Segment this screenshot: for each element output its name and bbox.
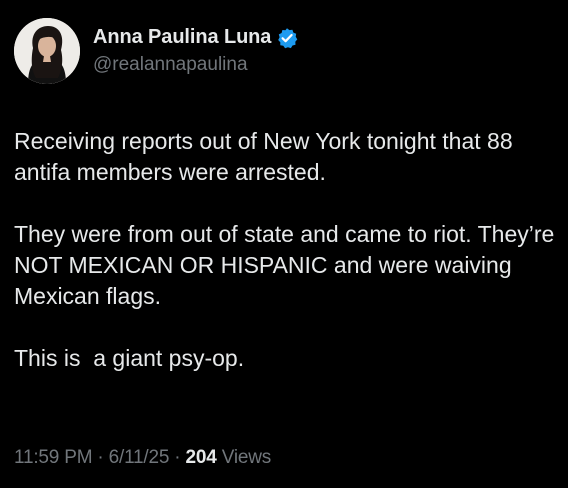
tweet-paragraph: They were from out of state and came to … bbox=[14, 221, 561, 309]
avatar-image bbox=[14, 18, 80, 84]
meta-separator: · bbox=[92, 447, 109, 468]
author-names: Anna Paulina Luna @realannapaulina bbox=[93, 23, 298, 76]
views-count: 204 bbox=[185, 447, 217, 468]
views-label: Views bbox=[221, 447, 272, 468]
tweet-paragraph: This is a giant psy-op. bbox=[14, 345, 245, 371]
tweet-date[interactable]: 6/11/25 bbox=[109, 447, 170, 468]
avatar[interactable] bbox=[14, 18, 80, 84]
tweet-text: Receiving reports out of New York tonigh… bbox=[14, 126, 559, 374]
tweet-header: Anna Paulina Luna @realannapaulina bbox=[14, 18, 298, 84]
display-name[interactable]: Anna Paulina Luna bbox=[93, 26, 271, 49]
tweet-metadata: 11:59 PM · 6/11/25 · 204 Views bbox=[14, 447, 271, 469]
meta-separator: · bbox=[169, 447, 186, 468]
verified-check-icon[interactable] bbox=[276, 27, 298, 49]
tweet-card: Anna Paulina Luna @realannapaulina Recei… bbox=[0, 0, 568, 488]
tweet-time[interactable]: 11:59 PM bbox=[14, 447, 93, 468]
name-row: Anna Paulina Luna bbox=[93, 23, 298, 53]
tweet-paragraph: Receiving reports out of New York tonigh… bbox=[14, 128, 520, 185]
author-handle[interactable]: @realannapaulina bbox=[93, 54, 298, 76]
